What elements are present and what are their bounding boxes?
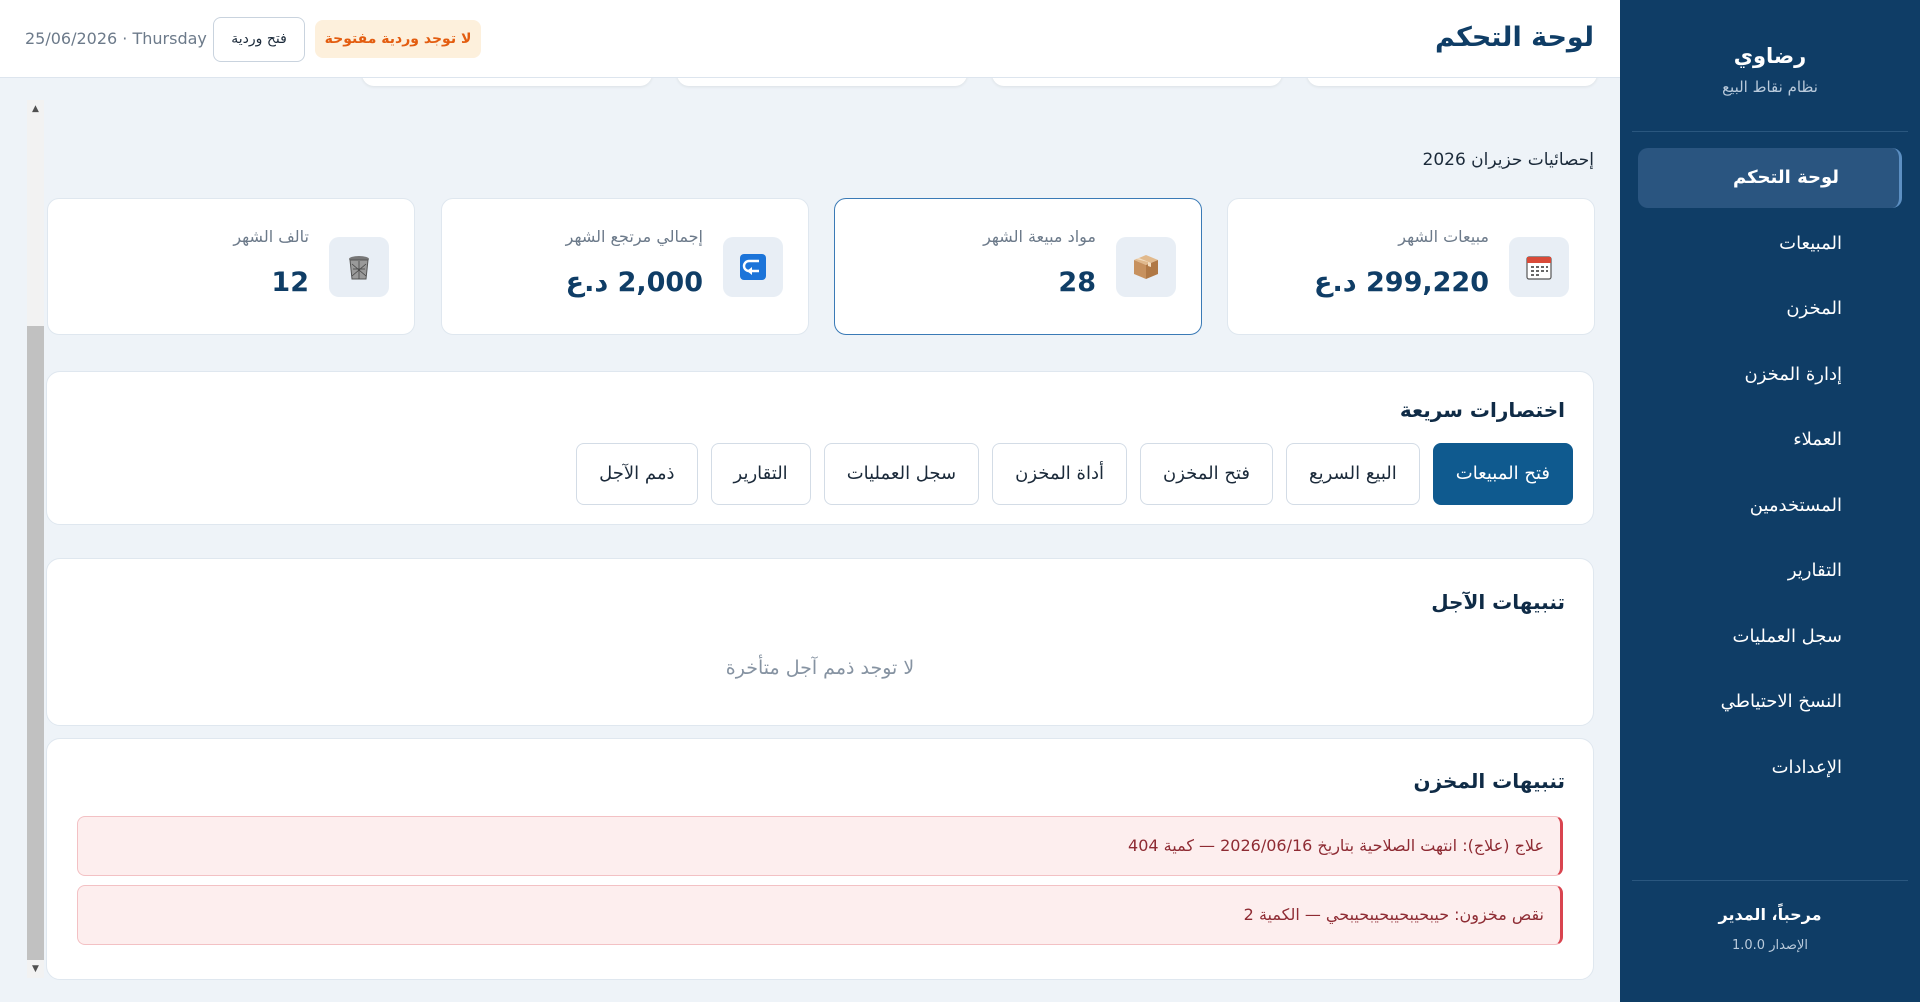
scrolled-card bbox=[677, 78, 967, 86]
sidebar-nav: لوحة التحكم المبيعات المخزن إدارة المخزن… bbox=[1620, 132, 1920, 798]
sidebar-item-reports[interactable]: التقارير bbox=[1638, 541, 1902, 601]
brand-title: رضاوي bbox=[1733, 44, 1807, 68]
open-shift-button[interactable]: فتح وردية bbox=[213, 17, 305, 62]
stat-card-month-damaged: تالف الشهر 12 bbox=[47, 198, 415, 335]
deferred-debts-button[interactable]: ذمم الآجل bbox=[576, 443, 698, 505]
stat-value: 299,220 د.ع bbox=[1314, 267, 1489, 298]
stat-card-month-returns: إجمالي مرتجع الشهر 2,000 د.ع bbox=[441, 198, 809, 335]
open-store-button[interactable]: فتح المخزن bbox=[1139, 443, 1274, 505]
stock-alerts-panel: تنبيهات المخزن علاج (علاج): انتهت الصلاح… bbox=[46, 738, 1594, 980]
brand-subtitle: نظام نقاط البيع bbox=[1722, 78, 1818, 96]
sidebar-item-store-management[interactable]: إدارة المخزن bbox=[1638, 345, 1902, 405]
version-text: الإصدار 1.0.0 bbox=[1732, 938, 1808, 953]
trash-icon bbox=[329, 237, 389, 297]
store-tool-button[interactable]: أداة المخزن bbox=[992, 443, 1127, 505]
stat-card-items-sold: مواد مبيعة الشهر 28 bbox=[834, 198, 1202, 335]
stat-card-month-sales: مبيعات الشهر 299,220 د.ع bbox=[1227, 198, 1595, 335]
deferred-empty-message: لا توجد ذمم آجل متأخرة bbox=[725, 657, 915, 679]
scrolled-card bbox=[362, 78, 652, 86]
activity-log-button[interactable]: سجل العمليات bbox=[823, 443, 980, 505]
shortcuts-row: فتح المبيعات البيع السريع فتح المخزن أدا… bbox=[576, 443, 1573, 505]
open-sales-button[interactable]: فتح المبيعات bbox=[1432, 443, 1573, 505]
welcome-text: مرحباً، المدير bbox=[1718, 905, 1822, 924]
top-header: لوحة التحكم لا توجد وردية مفتوحة فتح ورد… bbox=[0, 0, 1620, 78]
return-icon bbox=[723, 237, 783, 297]
package-icon bbox=[1116, 237, 1176, 297]
scrolled-card bbox=[992, 78, 1282, 86]
sidebar-item-sales[interactable]: المبيعات bbox=[1638, 214, 1902, 274]
sidebar-item-dashboard[interactable]: لوحة التحكم bbox=[1638, 148, 1902, 208]
deferred-alerts-title: تنبيهات الآجل bbox=[1431, 590, 1565, 614]
stat-label: مواد مبيعة الشهر bbox=[983, 227, 1096, 246]
sidebar-item-users[interactable]: المستخدمين bbox=[1638, 476, 1902, 536]
sidebar-footer: مرحباً، المدير الإصدار 1.0.0 bbox=[1632, 880, 1908, 1002]
scrollbar[interactable]: ▲ ▼ bbox=[27, 100, 44, 978]
stat-value: 12 bbox=[271, 267, 309, 298]
main-content: ▲ ▼ إحصائيات حزيران 2026 مبيعات الشهر 29… bbox=[0, 78, 1620, 1002]
scrolled-card bbox=[1307, 78, 1597, 86]
sidebar-item-settings[interactable]: الإعدادات bbox=[1638, 738, 1902, 798]
scrollbar-thumb[interactable] bbox=[27, 326, 44, 960]
sidebar-item-activity-log[interactable]: سجل العمليات bbox=[1638, 607, 1902, 667]
shift-status-badge: لا توجد وردية مفتوحة bbox=[315, 20, 481, 58]
scroll-down-arrow-icon[interactable]: ▼ bbox=[27, 960, 44, 978]
sidebar: رضاوي نظام نقاط البيع لوحة التحكم المبيع… bbox=[1620, 0, 1920, 1002]
stock-alert-item: نقص مخزون: حيبحيبحيبحيبحيبحي — الكمية 2 bbox=[77, 885, 1563, 945]
shortcuts-panel: اختصارات سريعة فتح المبيعات البيع السريع… bbox=[46, 371, 1594, 525]
page-title: لوحة التحكم bbox=[1434, 22, 1594, 53]
sidebar-item-store[interactable]: المخزن bbox=[1638, 279, 1902, 339]
stat-value: 2,000 د.ع bbox=[565, 267, 703, 298]
shortcuts-title: اختصارات سريعة bbox=[1399, 398, 1565, 422]
deferred-alerts-panel: تنبيهات الآجل لا توجد ذمم آجل متأخرة bbox=[46, 558, 1594, 726]
stat-label: تالف الشهر bbox=[233, 227, 309, 246]
date-text: 25/06/2026 · Thursday bbox=[25, 29, 207, 48]
stat-label: إجمالي مرتجع الشهر bbox=[565, 227, 703, 246]
stat-value: 28 bbox=[1058, 267, 1096, 298]
quick-sale-button[interactable]: البيع السريع bbox=[1286, 443, 1420, 505]
stats-section-title: إحصائيات حزيران 2026 bbox=[1422, 150, 1594, 170]
sidebar-item-customers[interactable]: العملاء bbox=[1638, 410, 1902, 470]
stock-alert-item: علاج (علاج): انتهت الصلاحية بتاريخ 2026/… bbox=[77, 816, 1563, 876]
scroll-up-arrow-icon[interactable]: ▲ bbox=[27, 100, 44, 118]
sidebar-item-backup[interactable]: النسخ الاحتياطي bbox=[1638, 672, 1902, 732]
stat-label: مبيعات الشهر bbox=[1398, 227, 1489, 246]
stock-alerts-title: تنبيهات المخزن bbox=[1413, 769, 1565, 793]
reports-button[interactable]: التقارير bbox=[710, 443, 811, 505]
calendar-icon bbox=[1509, 237, 1569, 297]
brand: رضاوي نظام نقاط البيع bbox=[1632, 0, 1908, 132]
